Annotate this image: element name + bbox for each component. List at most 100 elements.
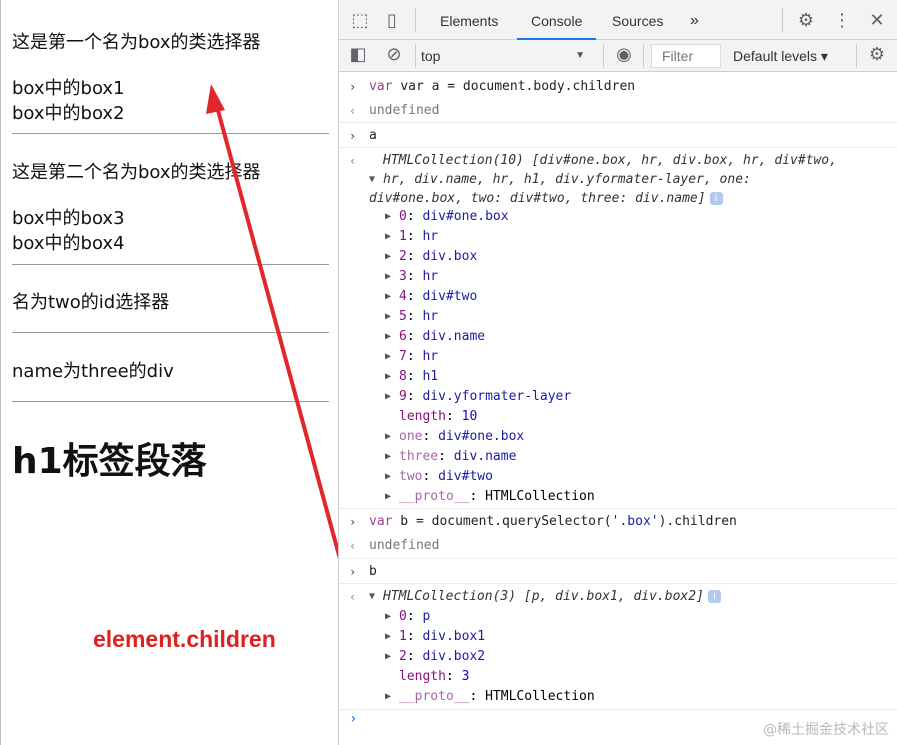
collection-summary-text: div#one.box, two: div#two, three: div.na… [369, 191, 706, 206]
expand-triangle-right-icon[interactable]: ▶ [385, 647, 397, 667]
divider [339, 508, 897, 509]
item-value: div.box [422, 249, 478, 264]
expand-triangle-right-icon[interactable]: ▶ [385, 387, 397, 407]
result-arrow-icon: ‹ [349, 590, 357, 604]
divider [339, 122, 897, 123]
expand-triangle-right-icon[interactable]: ▶ [385, 627, 397, 647]
result-text: undefined [369, 538, 440, 553]
item-key: 0 [399, 609, 407, 624]
expand-triangle-down-icon[interactable]: ▼ [369, 587, 381, 607]
expand-triangle-right-icon[interactable]: ▶ [385, 227, 397, 247]
item-key: 7 [399, 349, 407, 364]
separator [415, 8, 416, 32]
tab-console[interactable]: Console [517, 0, 597, 40]
item-value: h1 [422, 369, 439, 384]
item-value: div.name [453, 449, 517, 464]
info-icon[interactable]: i [707, 590, 721, 603]
watermark-text: @稀土掘金技术社区 [763, 722, 889, 738]
result-arrow-icon: ‹ [349, 104, 357, 118]
devtools-tabbar: ⬚ ▯ Elements Console Sources » ⚙ ⋮ ✕ [339, 0, 897, 40]
property-value: HTMLCollection [485, 489, 595, 504]
property-key: __proto__ [399, 689, 470, 704]
expand-triangle-right-icon[interactable]: ▶ [385, 427, 397, 447]
close-icon[interactable]: ✕ [866, 10, 888, 32]
item-key: one [399, 429, 423, 444]
device-toolbar-icon[interactable]: ▯ [381, 10, 403, 32]
console-toolbar: ◧ ⊘ top ▼ ◉ Filter Default levels ▾ ⚙ [339, 40, 897, 72]
more-options-kebab-icon[interactable]: ⋮ [831, 10, 853, 32]
divider [339, 709, 897, 710]
expand-triangle-right-icon[interactable]: ▶ [385, 487, 397, 507]
context-value: top [421, 48, 441, 64]
console-settings-gear-icon[interactable]: ⚙ [866, 44, 888, 66]
expand-triangle-right-icon[interactable]: ▶ [385, 347, 397, 367]
property-value: 10 [461, 409, 478, 424]
sidebar-toggle-icon[interactable]: ◧ [347, 44, 369, 66]
expand-triangle-right-icon[interactable]: ▶ [385, 247, 397, 267]
item-key: three [399, 449, 439, 464]
item-key: 8 [399, 369, 407, 384]
devtools-panel: ⬚ ▯ Elements Console Sources » ⚙ ⋮ ✕ ◧ ⊘… [338, 0, 897, 745]
item-value: hr [422, 229, 439, 244]
divider [339, 583, 897, 584]
separator [603, 44, 604, 68]
result-arrow-icon: ‹ [349, 539, 357, 553]
more-tabs-chevron-icon[interactable]: » [690, 0, 699, 40]
item-value: div.box1 [422, 629, 486, 644]
separator [415, 44, 416, 68]
item-value: p [422, 609, 431, 624]
item-value: div.yformater-layer [422, 389, 572, 404]
tab-sources[interactable]: Sources [612, 0, 663, 40]
clear-console-icon[interactable]: ⊘ [383, 44, 405, 66]
info-icon[interactable]: i [709, 192, 723, 205]
item-value: hr [422, 349, 439, 364]
console-prompt-input[interactable]: › [349, 711, 357, 727]
separator [643, 44, 644, 68]
divider [339, 147, 897, 148]
item-key: 2 [399, 249, 407, 264]
property-key: __proto__ [399, 489, 470, 504]
item-key: 1 [399, 629, 407, 644]
item-key: 3 [399, 269, 407, 284]
expand-triangle-right-icon[interactable]: ▶ [385, 367, 397, 387]
expand-triangle-right-icon[interactable]: ▶ [385, 327, 397, 347]
input-chevron-icon: › [349, 565, 357, 579]
item-key: 5 [399, 309, 407, 324]
item-key: 9 [399, 389, 407, 404]
item-key: 1 [399, 229, 407, 244]
expand-triangle-right-icon[interactable]: ▶ [385, 207, 397, 227]
command-text: var a = document.body.children [400, 79, 636, 94]
item-key: 0 [399, 209, 407, 224]
expand-triangle-right-icon[interactable]: ▶ [385, 607, 397, 627]
item-key: two [399, 469, 423, 484]
item-value: div#one.box [438, 429, 525, 444]
expand-triangle-right-icon[interactable]: ▶ [385, 467, 397, 487]
property-value: 3 [461, 669, 470, 684]
live-expression-eye-icon[interactable]: ◉ [613, 44, 635, 66]
context-selector[interactable]: top ▼ [421, 44, 591, 68]
property-key: length [399, 409, 446, 424]
tab-elements[interactable]: Elements [440, 0, 498, 40]
result-text: undefined [369, 103, 440, 118]
property-key: length [399, 669, 446, 684]
settings-gear-icon[interactable]: ⚙ [795, 10, 817, 32]
filter-input[interactable]: Filter [651, 44, 721, 68]
item-value: div.name [422, 329, 486, 344]
dropdown-arrow-icon: ▼ [575, 50, 585, 61]
expand-triangle-down-icon[interactable]: ▼ [369, 170, 381, 190]
command-text: var b = document.querySelector('.box').c… [369, 514, 737, 529]
collection-summary-text: hr, div.name, hr, h1, div.yformater-laye… [383, 172, 751, 187]
expand-triangle-right-icon[interactable]: ▶ [385, 687, 397, 707]
log-levels-dropdown[interactable]: Default levels ▾ [733, 44, 828, 68]
expand-triangle-right-icon[interactable]: ▶ [385, 267, 397, 287]
expand-triangle-right-icon[interactable]: ▶ [385, 287, 397, 307]
item-key: 2 [399, 649, 407, 664]
separator [856, 44, 857, 68]
expand-triangle-right-icon[interactable]: ▶ [385, 447, 397, 467]
divider [339, 558, 897, 559]
item-key: 4 [399, 289, 407, 304]
expand-triangle-right-icon[interactable]: ▶ [385, 307, 397, 327]
item-value: div.box2 [422, 649, 486, 664]
inspect-element-icon[interactable]: ⬚ [349, 10, 371, 32]
item-value: div#two [438, 469, 493, 484]
